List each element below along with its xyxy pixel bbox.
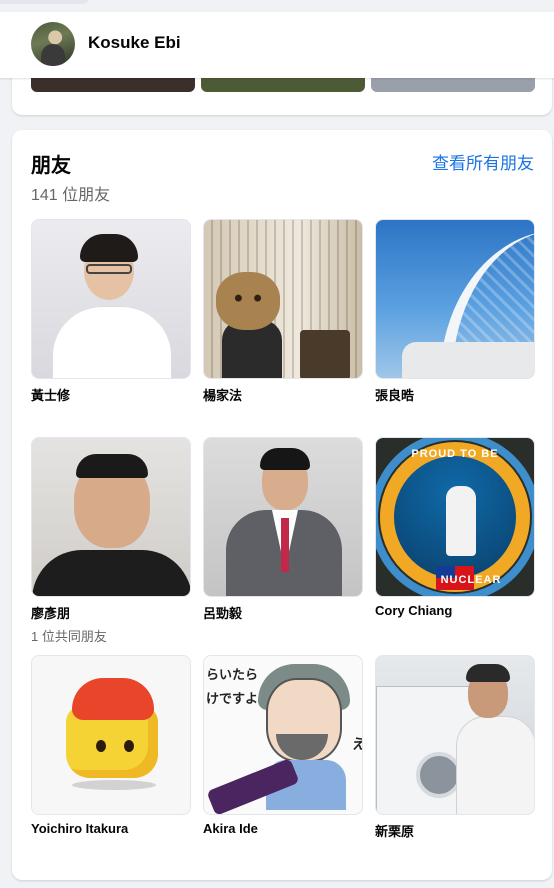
friend-photo[interactable]: PROUD TO BE NUCLEAR bbox=[375, 437, 535, 597]
friend-name[interactable]: Akira Ide bbox=[203, 821, 363, 836]
friend-photo[interactable] bbox=[31, 655, 191, 815]
friend-name[interactable]: 黃士修 bbox=[31, 385, 191, 404]
section-title[interactable]: 朋友 bbox=[31, 149, 71, 178]
top-edge bbox=[0, 0, 554, 12]
friend-name[interactable]: 張良晧 bbox=[375, 385, 535, 404]
manga-side-text: え bbox=[352, 734, 362, 754]
friend-photo[interactable] bbox=[31, 437, 191, 597]
friend-card[interactable]: PROUD TO BE NUCLEAR Cory Chiang bbox=[375, 437, 535, 618]
friend-photo[interactable] bbox=[375, 219, 535, 379]
friend-card[interactable]: 新栗原 bbox=[375, 655, 535, 840]
profile-sticky-header: Kosuke Ebi bbox=[0, 12, 554, 78]
friend-card[interactable]: 呂勁毅 bbox=[203, 437, 363, 622]
friend-card[interactable]: 楊家法 bbox=[203, 219, 363, 404]
photo-strip-2[interactable] bbox=[201, 78, 365, 92]
friend-card[interactable]: Yoichiro Itakura bbox=[31, 655, 191, 836]
friend-card[interactable]: 黃士修 bbox=[31, 219, 191, 404]
photo-ring-text-bottom: NUCLEAR bbox=[440, 574, 502, 586]
friends-card: 朋友 141 位朋友 查看所有朋友 黃士修 楊家法 張良晧 廖彥朋 1 位共同朋… bbox=[12, 130, 552, 880]
see-all-friends-link[interactable]: 查看所有朋友 bbox=[432, 149, 534, 174]
top-edge-pill bbox=[0, 0, 90, 4]
friend-name[interactable]: 呂勁毅 bbox=[203, 603, 363, 622]
friend-name[interactable]: Cory Chiang bbox=[375, 603, 535, 618]
friend-photo[interactable]: らいたら けですよ。 え bbox=[203, 655, 363, 815]
friend-photo[interactable] bbox=[203, 219, 363, 379]
friends-count: 141 位朋友 bbox=[31, 187, 111, 204]
friend-name[interactable]: 廖彥朋 bbox=[31, 603, 191, 622]
avatar[interactable] bbox=[31, 22, 75, 66]
friend-photo[interactable] bbox=[31, 219, 191, 379]
friend-name[interactable]: 楊家法 bbox=[203, 385, 363, 404]
friend-photo[interactable] bbox=[203, 437, 363, 597]
friend-card[interactable]: らいたら けですよ。 え Akira Ide bbox=[203, 655, 363, 836]
friend-card[interactable]: 張良晧 bbox=[375, 219, 535, 404]
photo-strip-3[interactable] bbox=[371, 78, 535, 92]
friend-name[interactable]: Yoichiro Itakura bbox=[31, 821, 191, 836]
photo-strip-1[interactable] bbox=[31, 78, 195, 92]
photo-ring-text: PROUD TO BE bbox=[411, 448, 499, 460]
friend-name[interactable]: 新栗原 bbox=[375, 821, 535, 840]
profile-name[interactable]: Kosuke Ebi bbox=[88, 33, 181, 53]
mutual-friends[interactable]: 1 位共同朋友 bbox=[31, 626, 191, 645]
friend-card[interactable]: 廖彥朋 1 位共同朋友 bbox=[31, 437, 191, 645]
friend-photo[interactable] bbox=[375, 655, 535, 815]
